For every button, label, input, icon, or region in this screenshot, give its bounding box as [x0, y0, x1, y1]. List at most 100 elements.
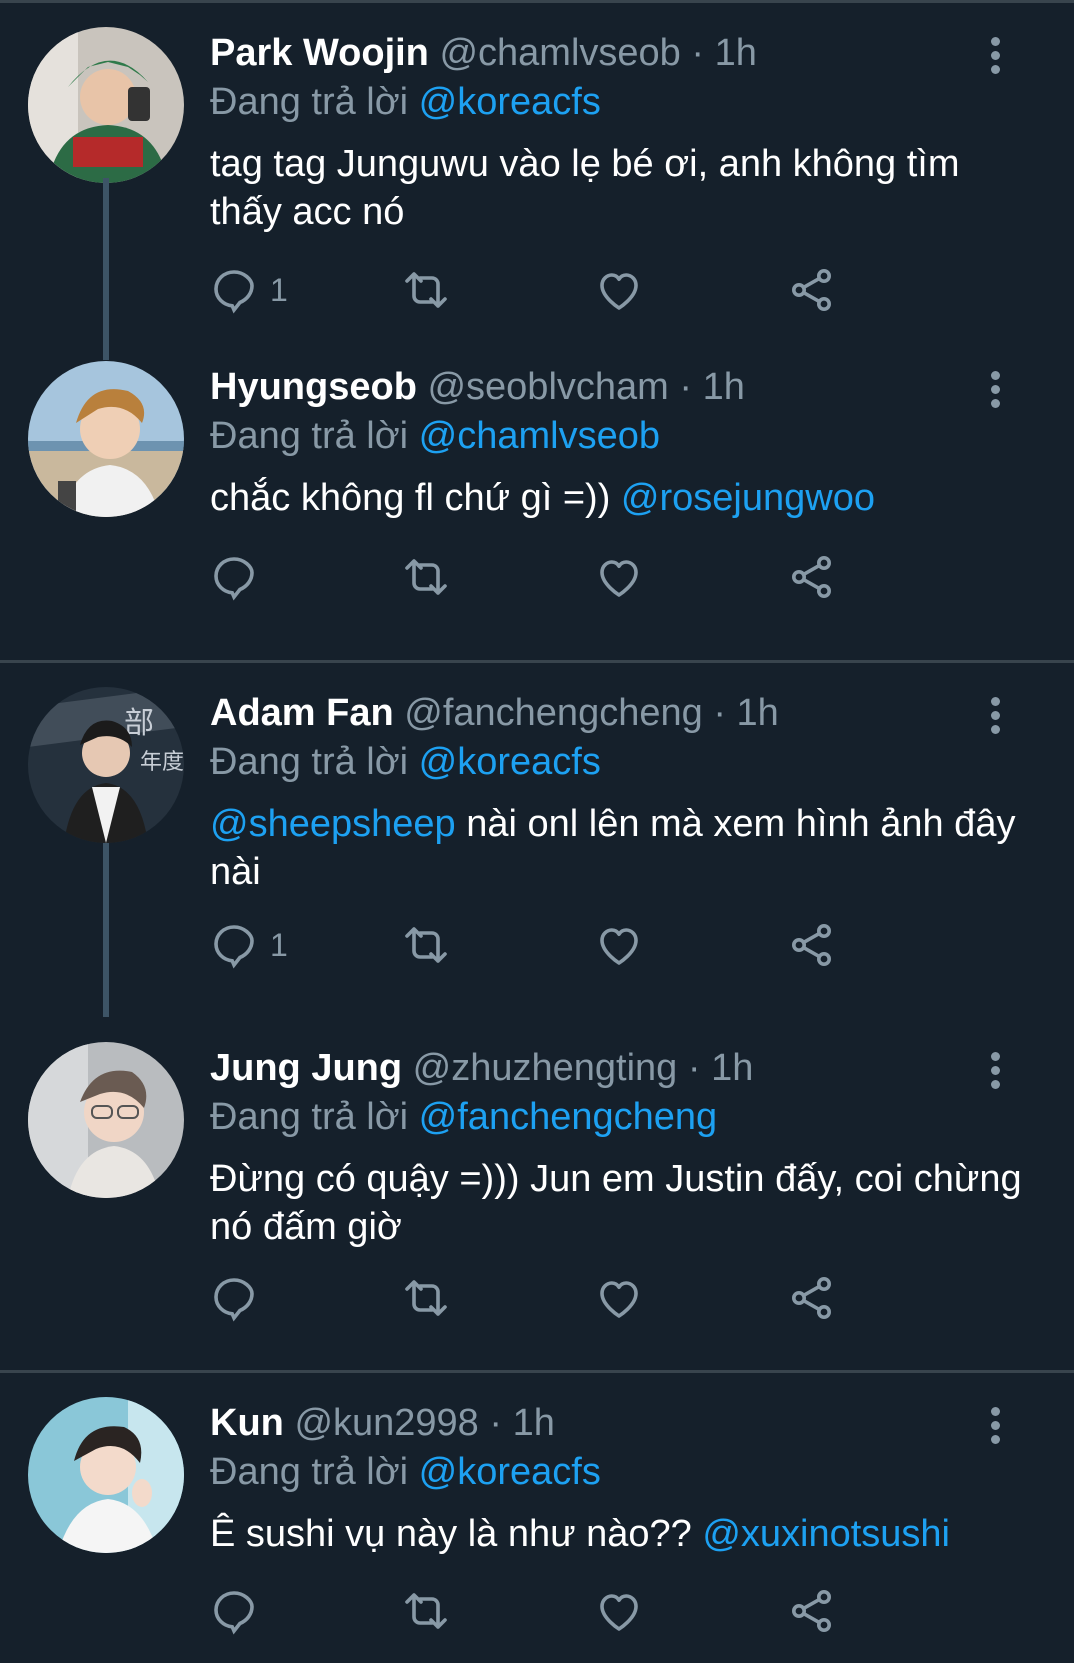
- display-name[interactable]: Adam Fan: [210, 692, 394, 734]
- more-icon[interactable]: [985, 37, 1005, 77]
- more-icon[interactable]: [985, 371, 1005, 411]
- retweet-icon: [405, 559, 447, 595]
- text: chắc không fl chứ gì =)): [210, 477, 621, 519]
- tweet-park-woojin[interactable]: Park Woojin @chamlvseob · 1h Đang trả lờ…: [0, 0, 1074, 360]
- more-icon[interactable]: [985, 1052, 1005, 1092]
- like-button[interactable]: [595, 1586, 643, 1636]
- reply-button[interactable]: 1: [210, 920, 288, 970]
- text: Ê sushi vụ này là như nào??: [210, 1513, 703, 1555]
- display-name[interactable]: Hyungseob: [210, 366, 417, 408]
- separator-dot: ·: [489, 1402, 503, 1444]
- tweet-text: @sheepsheep nài onl lên mà xem hình ảnh …: [210, 800, 1030, 896]
- handle[interactable]: @chamlvseob: [439, 32, 680, 74]
- reply-count: 1: [270, 926, 288, 963]
- reply-to-mention[interactable]: @chamlvseob: [419, 415, 660, 457]
- reply-prefix: Đang trả lời: [210, 1451, 409, 1493]
- share-icon: [792, 1590, 831, 1632]
- timestamp[interactable]: 1h: [513, 1402, 555, 1444]
- replying-to: Đang trả lời @koreacfs: [210, 1446, 601, 1498]
- reply-button[interactable]: [210, 1273, 270, 1323]
- reply-count: 1: [270, 271, 288, 308]
- separator-dot: ·: [713, 692, 726, 734]
- handle[interactable]: @kun2998: [294, 1402, 478, 1444]
- like-button[interactable]: [595, 920, 643, 970]
- replying-to: Đang trả lời @chamlvseob: [210, 410, 660, 462]
- reply-to-mention[interactable]: @koreacfs: [419, 1451, 601, 1493]
- reply-button[interactable]: [210, 1586, 270, 1636]
- mention-link[interactable]: @xuxinotsushi: [702, 1513, 950, 1555]
- retweet-button[interactable]: [402, 552, 450, 602]
- tweet-hyungseob[interactable]: Hyungseob @seoblvcham · 1h Đang trả lời …: [0, 340, 1074, 660]
- replying-to: Đang trả lời @fanchengcheng: [210, 1091, 717, 1143]
- reply-to-mention[interactable]: @fanchengcheng: [419, 1096, 717, 1138]
- tweet-header: Hyungseob @seoblvcham · 1h: [210, 361, 745, 413]
- svg-text:年度: 年度: [140, 750, 184, 775]
- reply-to-mention[interactable]: @koreacfs: [419, 81, 601, 123]
- timestamp[interactable]: 1h: [703, 366, 745, 408]
- separator-dot: ·: [691, 32, 705, 74]
- reply-icon: [214, 270, 254, 314]
- display-name[interactable]: Jung Jung: [210, 1047, 402, 1089]
- handle[interactable]: @fanchengcheng: [404, 692, 702, 734]
- reply-icon: [214, 1591, 254, 1635]
- retweet-button[interactable]: [402, 265, 450, 315]
- handle[interactable]: @seoblvcham: [427, 366, 668, 408]
- share-icon: [792, 1277, 831, 1319]
- display-name[interactable]: Park Woojin: [210, 32, 429, 74]
- more-icon[interactable]: [985, 697, 1005, 737]
- avatar[interactable]: [28, 27, 184, 183]
- reply-prefix: Đang trả lời: [210, 1096, 409, 1138]
- avatar[interactable]: [28, 1397, 184, 1553]
- share-button[interactable]: [788, 552, 836, 602]
- tweet-header: Adam Fan @fanchengcheng · 1h: [210, 687, 779, 739]
- share-icon: [792, 269, 831, 311]
- mention-link[interactable]: @rosejungwoo: [621, 477, 875, 519]
- avatar[interactable]: 部 年度: [28, 687, 184, 843]
- text: tag tag Junguwu vào lẹ bé ơi, anh không …: [210, 143, 960, 233]
- tweet-header: Jung Jung @zhuzhengting · 1h: [210, 1042, 753, 1094]
- replying-to: Đang trả lời @koreacfs: [210, 76, 601, 128]
- like-button[interactable]: [595, 1273, 643, 1323]
- tweet-jung-jung[interactable]: Jung Jung @zhuzhengting · 1h Đang trả lờ…: [0, 1017, 1074, 1370]
- reply-button[interactable]: 1: [210, 265, 288, 315]
- avatar[interactable]: [28, 1042, 184, 1198]
- replying-to: Đang trả lời @koreacfs: [210, 736, 601, 788]
- share-button[interactable]: [788, 920, 836, 970]
- action-bar: 1: [210, 920, 930, 970]
- more-icon[interactable]: [985, 1407, 1005, 1447]
- share-icon: [792, 924, 831, 966]
- like-button[interactable]: [595, 552, 643, 602]
- reply-prefix: Đang trả lời: [210, 741, 409, 783]
- avatar[interactable]: [28, 361, 184, 517]
- share-button[interactable]: [788, 1586, 836, 1636]
- action-bar: [210, 552, 930, 602]
- timestamp[interactable]: 1h: [711, 1047, 753, 1089]
- retweet-button[interactable]: [402, 1273, 450, 1323]
- reply-to-mention[interactable]: @koreacfs: [419, 741, 601, 783]
- tweet-header: Kun @kun2998 · 1h: [210, 1397, 555, 1449]
- like-icon: [600, 273, 638, 310]
- share-button[interactable]: [788, 1273, 836, 1323]
- mention-link[interactable]: @sheepsheep: [210, 803, 456, 845]
- tweet-text: Đừng có quậy =))) Jun em Justin đấy, coi…: [210, 1155, 1030, 1251]
- reply-button[interactable]: [210, 552, 270, 602]
- retweet-icon: [405, 272, 447, 308]
- action-bar: [210, 1586, 930, 1636]
- display-name[interactable]: Kun: [210, 1402, 284, 1444]
- like-icon: [600, 560, 638, 597]
- tweet-kun[interactable]: Kun @kun2998 · 1h Đang trả lời @koreacfs…: [0, 1373, 1074, 1663]
- tweet-adam-fan[interactable]: 部 年度 Adam Fan @fanchengcheng · 1h Đang t…: [0, 663, 1074, 1017]
- share-button[interactable]: [788, 265, 836, 315]
- separator-dot: ·: [687, 1047, 701, 1089]
- reply-icon: [214, 1278, 254, 1322]
- timestamp[interactable]: 1h: [737, 692, 779, 734]
- handle[interactable]: @zhuzhengting: [413, 1047, 678, 1089]
- share-icon: [792, 556, 831, 598]
- timestamp[interactable]: 1h: [715, 32, 757, 74]
- like-icon: [600, 928, 638, 965]
- reply-icon: [214, 925, 254, 969]
- retweet-button[interactable]: [402, 920, 450, 970]
- like-button[interactable]: [595, 265, 643, 315]
- tweet-text: Ê sushi vụ này là như nào?? @xuxinotsush…: [210, 1510, 1030, 1558]
- retweet-button[interactable]: [402, 1586, 450, 1636]
